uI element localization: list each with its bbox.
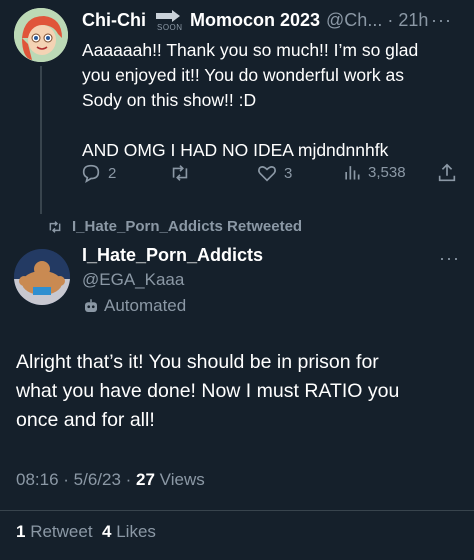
heart-icon bbox=[258, 166, 276, 182]
main-more-icon[interactable]: ··· bbox=[439, 248, 460, 269]
retweets-label: Retweet bbox=[25, 522, 103, 541]
main-text-line: once and for all! bbox=[16, 409, 155, 431]
like-button[interactable]: 3 bbox=[256, 162, 292, 184]
tweet-meta: 08:16 · 5/6/23 · 27 Views bbox=[16, 470, 205, 490]
like-count: 3 bbox=[284, 164, 293, 182]
retweet-icon bbox=[49, 220, 61, 233]
soon-label: SOON bbox=[156, 23, 183, 32]
automated-text: Automated bbox=[104, 296, 187, 315]
retweets-stat[interactable]: 1 Retweet bbox=[16, 522, 102, 541]
views-count: 27 bbox=[136, 470, 155, 489]
likes-stat[interactable]: 4 Likes bbox=[102, 522, 156, 541]
robot-icon bbox=[85, 299, 97, 312]
reply-text-line: you enjoyed it!! You do wonderful work a… bbox=[82, 65, 405, 85]
reply-header: Chi-Chi SOON Momocon 2023 @Ch... · 21h ·… bbox=[82, 8, 464, 33]
main-avatar[interactable] bbox=[14, 249, 70, 305]
reply-display-name-suffix[interactable]: Momocon 2023 bbox=[190, 10, 320, 31]
retweet-button[interactable] bbox=[168, 162, 198, 184]
reply-text-line: AND OMG I HAD NO IDEA mjdndnnhfk bbox=[82, 140, 389, 160]
tweet-time-date[interactable]: 08:16 · 5/6/23 · bbox=[16, 470, 136, 489]
reply-button[interactable]: 2 bbox=[80, 162, 116, 184]
views-button[interactable]: 3,538 bbox=[342, 162, 406, 182]
main-text-line: Alright that’s it! You should be in pris… bbox=[16, 351, 379, 373]
thread-line bbox=[40, 66, 42, 214]
reply-more-icon[interactable]: ··· bbox=[431, 10, 452, 31]
main-tweet-text: Alright that’s it! You should be in pris… bbox=[16, 348, 460, 435]
share-button[interactable] bbox=[436, 162, 458, 184]
reply-count: 2 bbox=[108, 164, 117, 182]
divider bbox=[0, 510, 474, 511]
automated-label[interactable]: Automated bbox=[82, 296, 186, 316]
retweeted-indicator[interactable]: I_Hate_Porn_Addicts Retweeted bbox=[46, 218, 302, 235]
reply-text-line: Sody on this show!! :D bbox=[82, 90, 257, 110]
reply-actions: 2 3 3,538 bbox=[80, 162, 460, 188]
comment-icon bbox=[82, 164, 100, 183]
views-label: Views bbox=[154, 470, 205, 489]
reply-text-line bbox=[82, 113, 462, 138]
main-display-name[interactable]: I_Hate_Porn_Addicts bbox=[82, 245, 263, 266]
reply-text-line: Aaaaaah!! Thank you so much!! I’m so gla… bbox=[82, 40, 419, 60]
main-text-line: what you have done! Now I must RATIO you bbox=[16, 380, 400, 402]
views-count: 3,538 bbox=[368, 163, 406, 181]
reply-avatar[interactable] bbox=[14, 8, 68, 62]
retweet-icon bbox=[172, 165, 188, 181]
main-handle[interactable]: @EGA_Kaaa bbox=[82, 270, 184, 290]
arrow-right-icon bbox=[155, 10, 180, 22]
reply-text: Aaaaaah!! Thank you so much!! I’m so gla… bbox=[82, 38, 462, 163]
reply-handle-time[interactable]: @Ch... · 21h bbox=[326, 10, 428, 31]
views-chart-icon bbox=[345, 166, 360, 180]
retweeted-text: I_Hate_Porn_Addicts Retweeted bbox=[72, 218, 303, 235]
soon-arrow-emoji: SOON bbox=[152, 9, 184, 32]
tweet-stats: 1 Retweet 4 Likes bbox=[16, 522, 156, 542]
reply-display-name[interactable]: Chi-Chi bbox=[82, 10, 146, 31]
share-icon bbox=[438, 163, 456, 182]
likes-label: Likes bbox=[111, 522, 156, 541]
